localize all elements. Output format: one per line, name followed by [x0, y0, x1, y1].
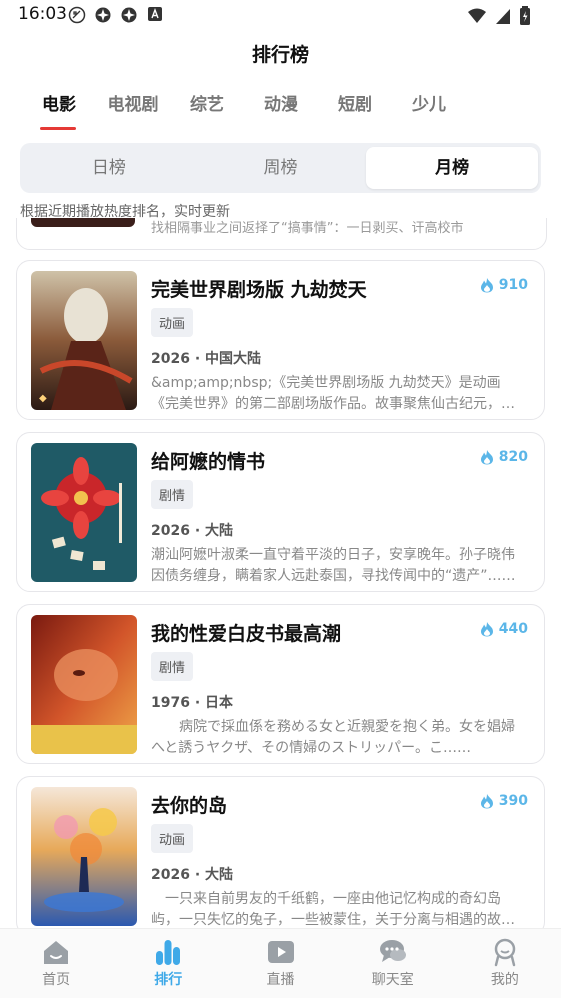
battery-icon: [519, 6, 531, 30]
genre-tag: 动画: [151, 824, 194, 853]
item-description: 找相隔事业之间返择了“搞事情”：一日剥买、讦高校市: [151, 221, 464, 236]
genre-tag: 剧情: [151, 480, 194, 509]
heat-score: 390: [480, 793, 528, 809]
page-title: 排行榜: [251, 44, 309, 66]
period-weekly[interactable]: 周榜: [195, 147, 367, 189]
nav-live-label: 直播: [266, 972, 295, 988]
notification-icon-3: [120, 6, 138, 24]
nav-ranking[interactable]: 排行: [112, 929, 224, 998]
poster-image: [31, 615, 137, 754]
notification-icon-2: [94, 6, 112, 24]
item-title: 给阿嬷的情书: [151, 451, 266, 473]
list-item[interactable]: 给阿嬷的情书 820 剧情 2026 · 大陆 潮汕阿嬷叶淑柔一直守着平淡的日子…: [16, 432, 545, 592]
poster-image: [31, 787, 137, 926]
nav-profile[interactable]: 我的: [449, 929, 561, 998]
svg-text:◆: ◆: [39, 393, 47, 404]
ranking-list[interactable]: 找相隔事业之间返择了“搞事情”：一日剥买、讦高校市 ◆ 完美世界剧场版 九劫焚天…: [0, 218, 561, 928]
item-meta: 2026 · 大陆: [151, 523, 234, 539]
heat-value: 390: [498, 793, 528, 809]
item-description: 病院で採血係を務める女と近親愛を抱く弟。女を娼婦へと誘うヤクザ、その情婦のストリ…: [151, 719, 515, 756]
genre-tag: 动画: [151, 308, 194, 337]
item-title: 我的性爱白皮书最高潮: [151, 623, 342, 645]
nav-home-label: 首页: [42, 972, 71, 988]
tab-tv-series[interactable]: 电视剧: [96, 90, 170, 130]
list-item[interactable]: ◆ 完美世界剧场版 九劫焚天 910 动画 2026 · 中国大陆 &amp;a…: [16, 260, 545, 420]
period-daily[interactable]: 日榜: [23, 147, 195, 189]
item-title: 去你的岛: [151, 795, 228, 817]
nav-home[interactable]: 首页: [0, 929, 112, 998]
bottom-navigation: 首页 排行 直播 聊天室 我的: [0, 928, 561, 998]
chat-icon: [378, 937, 408, 967]
nav-profile-label: 我的: [490, 972, 519, 988]
item-meta: 2026 · 大陆: [151, 867, 234, 883]
poster-image: [31, 218, 135, 227]
item-meta: 2026 · 中国大陆: [151, 351, 262, 367]
signal-icon: [495, 7, 511, 29]
status-bar: 16:03: [0, 0, 561, 32]
category-tabs: 电影 电视剧 综艺 动漫 短剧 少儿: [22, 90, 466, 130]
profile-icon: [490, 937, 520, 967]
genre-tag: 剧情: [151, 652, 194, 681]
notification-icon-4: [146, 6, 164, 24]
period-selector: 日榜 周榜 月榜: [20, 143, 541, 193]
flame-icon: [480, 278, 493, 293]
heat-score: 910: [480, 277, 528, 293]
heat-score: 440: [480, 621, 528, 637]
heat-score: 820: [480, 449, 528, 465]
status-time: 16:03: [18, 4, 67, 24]
notification-icon-1: [68, 6, 86, 24]
list-item-partial[interactable]: 找相隔事业之间返择了“搞事情”：一日剥买、讦高校市: [16, 218, 547, 250]
item-description: 一只来自前男友的千纸鹤，一座由他记忆构成的奇幻岛屿，一只失忆的兔子，一些被蒙住，…: [151, 891, 501, 928]
heat-value: 820: [498, 449, 528, 465]
ranking-icon: [153, 937, 183, 967]
item-description: 潮汕阿嬷叶淑柔一直守着平淡的日子，安享晚年。孙子晓伟因债务缠身，瞒着家人远赴泰国…: [151, 547, 516, 584]
tab-variety[interactable]: 综艺: [170, 90, 244, 130]
nav-chatroom-label: 聊天室: [371, 972, 414, 988]
heat-value: 440: [498, 621, 528, 637]
tab-movie[interactable]: 电影: [22, 90, 96, 130]
poster-image: ◆: [31, 271, 137, 410]
tab-kids[interactable]: 少儿: [392, 90, 466, 130]
item-title: 完美世界剧场版 九劫焚天: [151, 279, 367, 301]
live-icon: [266, 937, 296, 967]
list-item[interactable]: 去你的岛 390 动画 2026 · 大陆 一只来自前男友的千纸鹤，一座由他记忆…: [16, 776, 545, 928]
nav-ranking-label: 排行: [154, 972, 183, 988]
flame-icon: [480, 450, 493, 465]
tab-short-drama[interactable]: 短剧: [318, 90, 392, 130]
wifi-icon: [467, 7, 487, 29]
item-description: &amp;amp;nbsp;《完美世界剧场版 九劫焚天》是动画《完美世界》的第二…: [151, 375, 515, 412]
item-meta: 1976 · 日本: [151, 695, 234, 711]
list-item[interactable]: 我的性爱白皮书最高潮 440 剧情 1976 · 日本 病院で採血係を務める女と…: [16, 604, 545, 764]
flame-icon: [480, 622, 493, 637]
period-monthly[interactable]: 月榜: [366, 147, 539, 189]
flame-icon: [480, 794, 493, 809]
nav-live[interactable]: 直播: [224, 929, 336, 998]
status-notification-icons: [68, 6, 164, 24]
poster-image: [31, 443, 137, 582]
nav-chatroom[interactable]: 聊天室: [337, 929, 449, 998]
heat-value: 910: [498, 277, 528, 293]
home-icon: [41, 937, 71, 967]
tab-anime[interactable]: 动漫: [244, 90, 318, 130]
status-system-icons: [467, 6, 531, 30]
